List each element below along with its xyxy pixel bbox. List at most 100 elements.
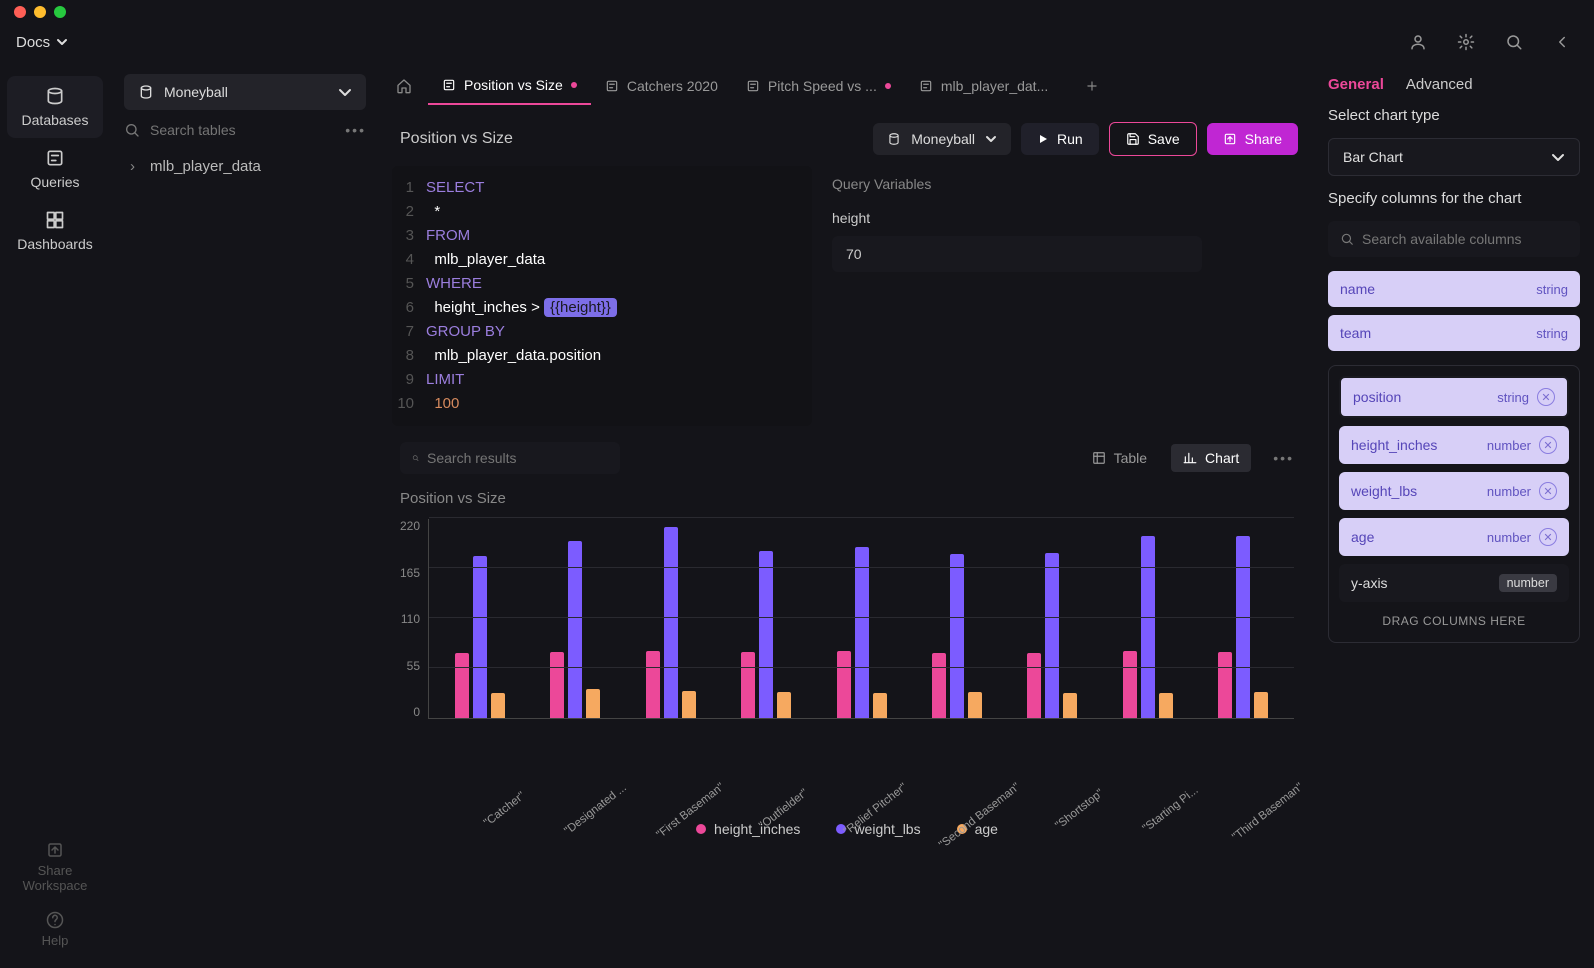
selected-column-chip[interactable]: height_inchesnumber✕ (1339, 426, 1569, 464)
specify-columns-label: Specify columns for the chart (1328, 190, 1580, 207)
sql-editor[interactable]: 1SELECT2 *3FROM4 mlb_player_data5WHERE6 … (392, 166, 812, 426)
y-axis-slot[interactable]: y-axis number (1339, 564, 1569, 602)
help-icon (46, 911, 64, 929)
remove-column-icon[interactable]: ✕ (1537, 388, 1555, 406)
query-icon (605, 79, 619, 93)
database-icon (45, 86, 65, 106)
left-rail: Databases Queries Dashboards Share Works… (0, 60, 110, 968)
share-icon (46, 841, 64, 859)
save-button[interactable]: Save (1109, 122, 1197, 156)
chart-plot (428, 519, 1294, 719)
results-search (400, 442, 620, 474)
bar-group (821, 547, 902, 718)
editor-tab[interactable]: mlb_player_dat... (905, 67, 1062, 105)
query-icon (746, 79, 760, 93)
bar-group (1203, 536, 1284, 718)
results-more-icon[interactable]: ••• (1273, 450, 1294, 466)
config-tab-general[interactable]: General (1328, 76, 1384, 93)
drag-columns-hint: DRAG COLUMNS HERE (1339, 610, 1569, 632)
search-icon (124, 122, 140, 138)
play-icon (1037, 133, 1049, 145)
search-tables-row: ••• (124, 122, 366, 138)
workspace-label: Docs (16, 34, 50, 51)
chart-config-panel: General Advanced Select chart type Bar C… (1314, 60, 1594, 968)
search-tables-input[interactable] (150, 122, 335, 138)
collapse-left-icon[interactable] (1546, 26, 1578, 58)
editor-tab[interactable]: Pitch Speed vs ... (732, 67, 905, 105)
database-selector[interactable]: Moneyball (124, 74, 366, 110)
maximize-window-button[interactable] (54, 6, 66, 18)
remove-column-icon[interactable]: ✕ (1539, 436, 1557, 454)
top-nav: Docs (0, 24, 1594, 60)
home-button[interactable] (388, 70, 420, 102)
chevron-down-icon (1551, 150, 1565, 164)
config-tab-advanced[interactable]: Advanced (1406, 76, 1473, 93)
selected-column-chip[interactable]: positionstring✕ (1339, 376, 1569, 418)
editor-tab[interactable]: Position vs Size (428, 67, 591, 105)
chart-icon (1183, 451, 1197, 465)
query-variables-title: Query Variables (832, 176, 1294, 192)
search-icon (1340, 232, 1354, 246)
main-area: Position vs SizeCatchers 2020Pitch Speed… (380, 60, 1314, 968)
minimize-window-button[interactable] (34, 6, 46, 18)
chart-type-label: Select chart type (1328, 107, 1580, 124)
chart-title: Position vs Size (400, 490, 1294, 507)
bar-group (1107, 536, 1188, 718)
tabs-row: Position vs SizeCatchers 2020Pitch Speed… (380, 60, 1314, 112)
selected-column-chip[interactable]: weight_lbsnumber✕ (1339, 472, 1569, 510)
table-view-button[interactable]: Table (1080, 444, 1159, 472)
results-toolbar: Table Chart ••• (380, 426, 1314, 490)
run-button[interactable]: Run (1021, 123, 1099, 155)
dirty-indicator-icon (885, 83, 891, 89)
chart-container: Position vs Size 220165110550 "Catcher""… (380, 490, 1314, 847)
bar-group (725, 551, 806, 718)
bar-group (439, 556, 520, 718)
save-icon (1126, 132, 1140, 146)
query-icon (919, 79, 933, 93)
nav-databases[interactable]: Databases (7, 76, 103, 138)
remove-column-icon[interactable]: ✕ (1539, 528, 1557, 546)
variable-input[interactable] (832, 236, 1202, 272)
window-titlebar (0, 0, 1594, 24)
bar-group (916, 554, 997, 718)
dirty-indicator-icon (571, 82, 577, 88)
new-tab-button[interactable] (1078, 72, 1106, 100)
chart-type-select[interactable]: Bar Chart (1328, 138, 1580, 176)
editor-tab[interactable]: Catchers 2020 (591, 67, 732, 105)
workspace-dropdown[interactable]: Docs (16, 34, 68, 51)
help-button[interactable]: Help (42, 911, 69, 948)
available-column-chip[interactable]: teamstring (1328, 315, 1580, 351)
chart-y-axis: 220165110550 (400, 519, 428, 719)
close-window-button[interactable] (14, 6, 26, 18)
columns-search[interactable]: Search available columns (1328, 221, 1580, 257)
share-workspace-button[interactable]: Share Workspace (23, 841, 88, 893)
database-icon (138, 84, 154, 100)
available-column-chip[interactable]: namestring (1328, 271, 1580, 307)
search-icon (412, 451, 419, 465)
nav-queries[interactable]: Queries (7, 138, 103, 200)
user-icon[interactable] (1402, 26, 1434, 58)
database-icon (887, 132, 901, 146)
home-icon (396, 78, 412, 94)
selected-column-chip[interactable]: agenumber✕ (1339, 518, 1569, 556)
remove-column-icon[interactable]: ✕ (1539, 482, 1557, 500)
config-tabs: General Advanced (1328, 76, 1580, 93)
nav-dashboards[interactable]: Dashboards (7, 200, 103, 262)
chevron-down-icon (338, 85, 352, 99)
gear-icon[interactable] (1450, 26, 1482, 58)
chart-view-button[interactable]: Chart (1171, 444, 1251, 472)
tables-more-icon[interactable]: ••• (345, 122, 366, 138)
chevron-down-icon (985, 133, 997, 145)
x-axis-label: "Second Baseman" (937, 781, 1022, 851)
query-variables-panel: Query Variables height (812, 166, 1314, 426)
share-button[interactable]: Share (1207, 123, 1298, 155)
toolbar-db-selector[interactable]: Moneyball (873, 123, 1011, 155)
caret-right-icon: › (130, 158, 142, 175)
bar-group (630, 527, 711, 718)
results-search-input[interactable] (427, 450, 608, 466)
query-icon (45, 148, 65, 168)
table-icon (1092, 451, 1106, 465)
search-icon[interactable] (1498, 26, 1530, 58)
table-tree-item[interactable]: › mlb_player_data (110, 152, 380, 181)
share-icon (1223, 132, 1237, 146)
